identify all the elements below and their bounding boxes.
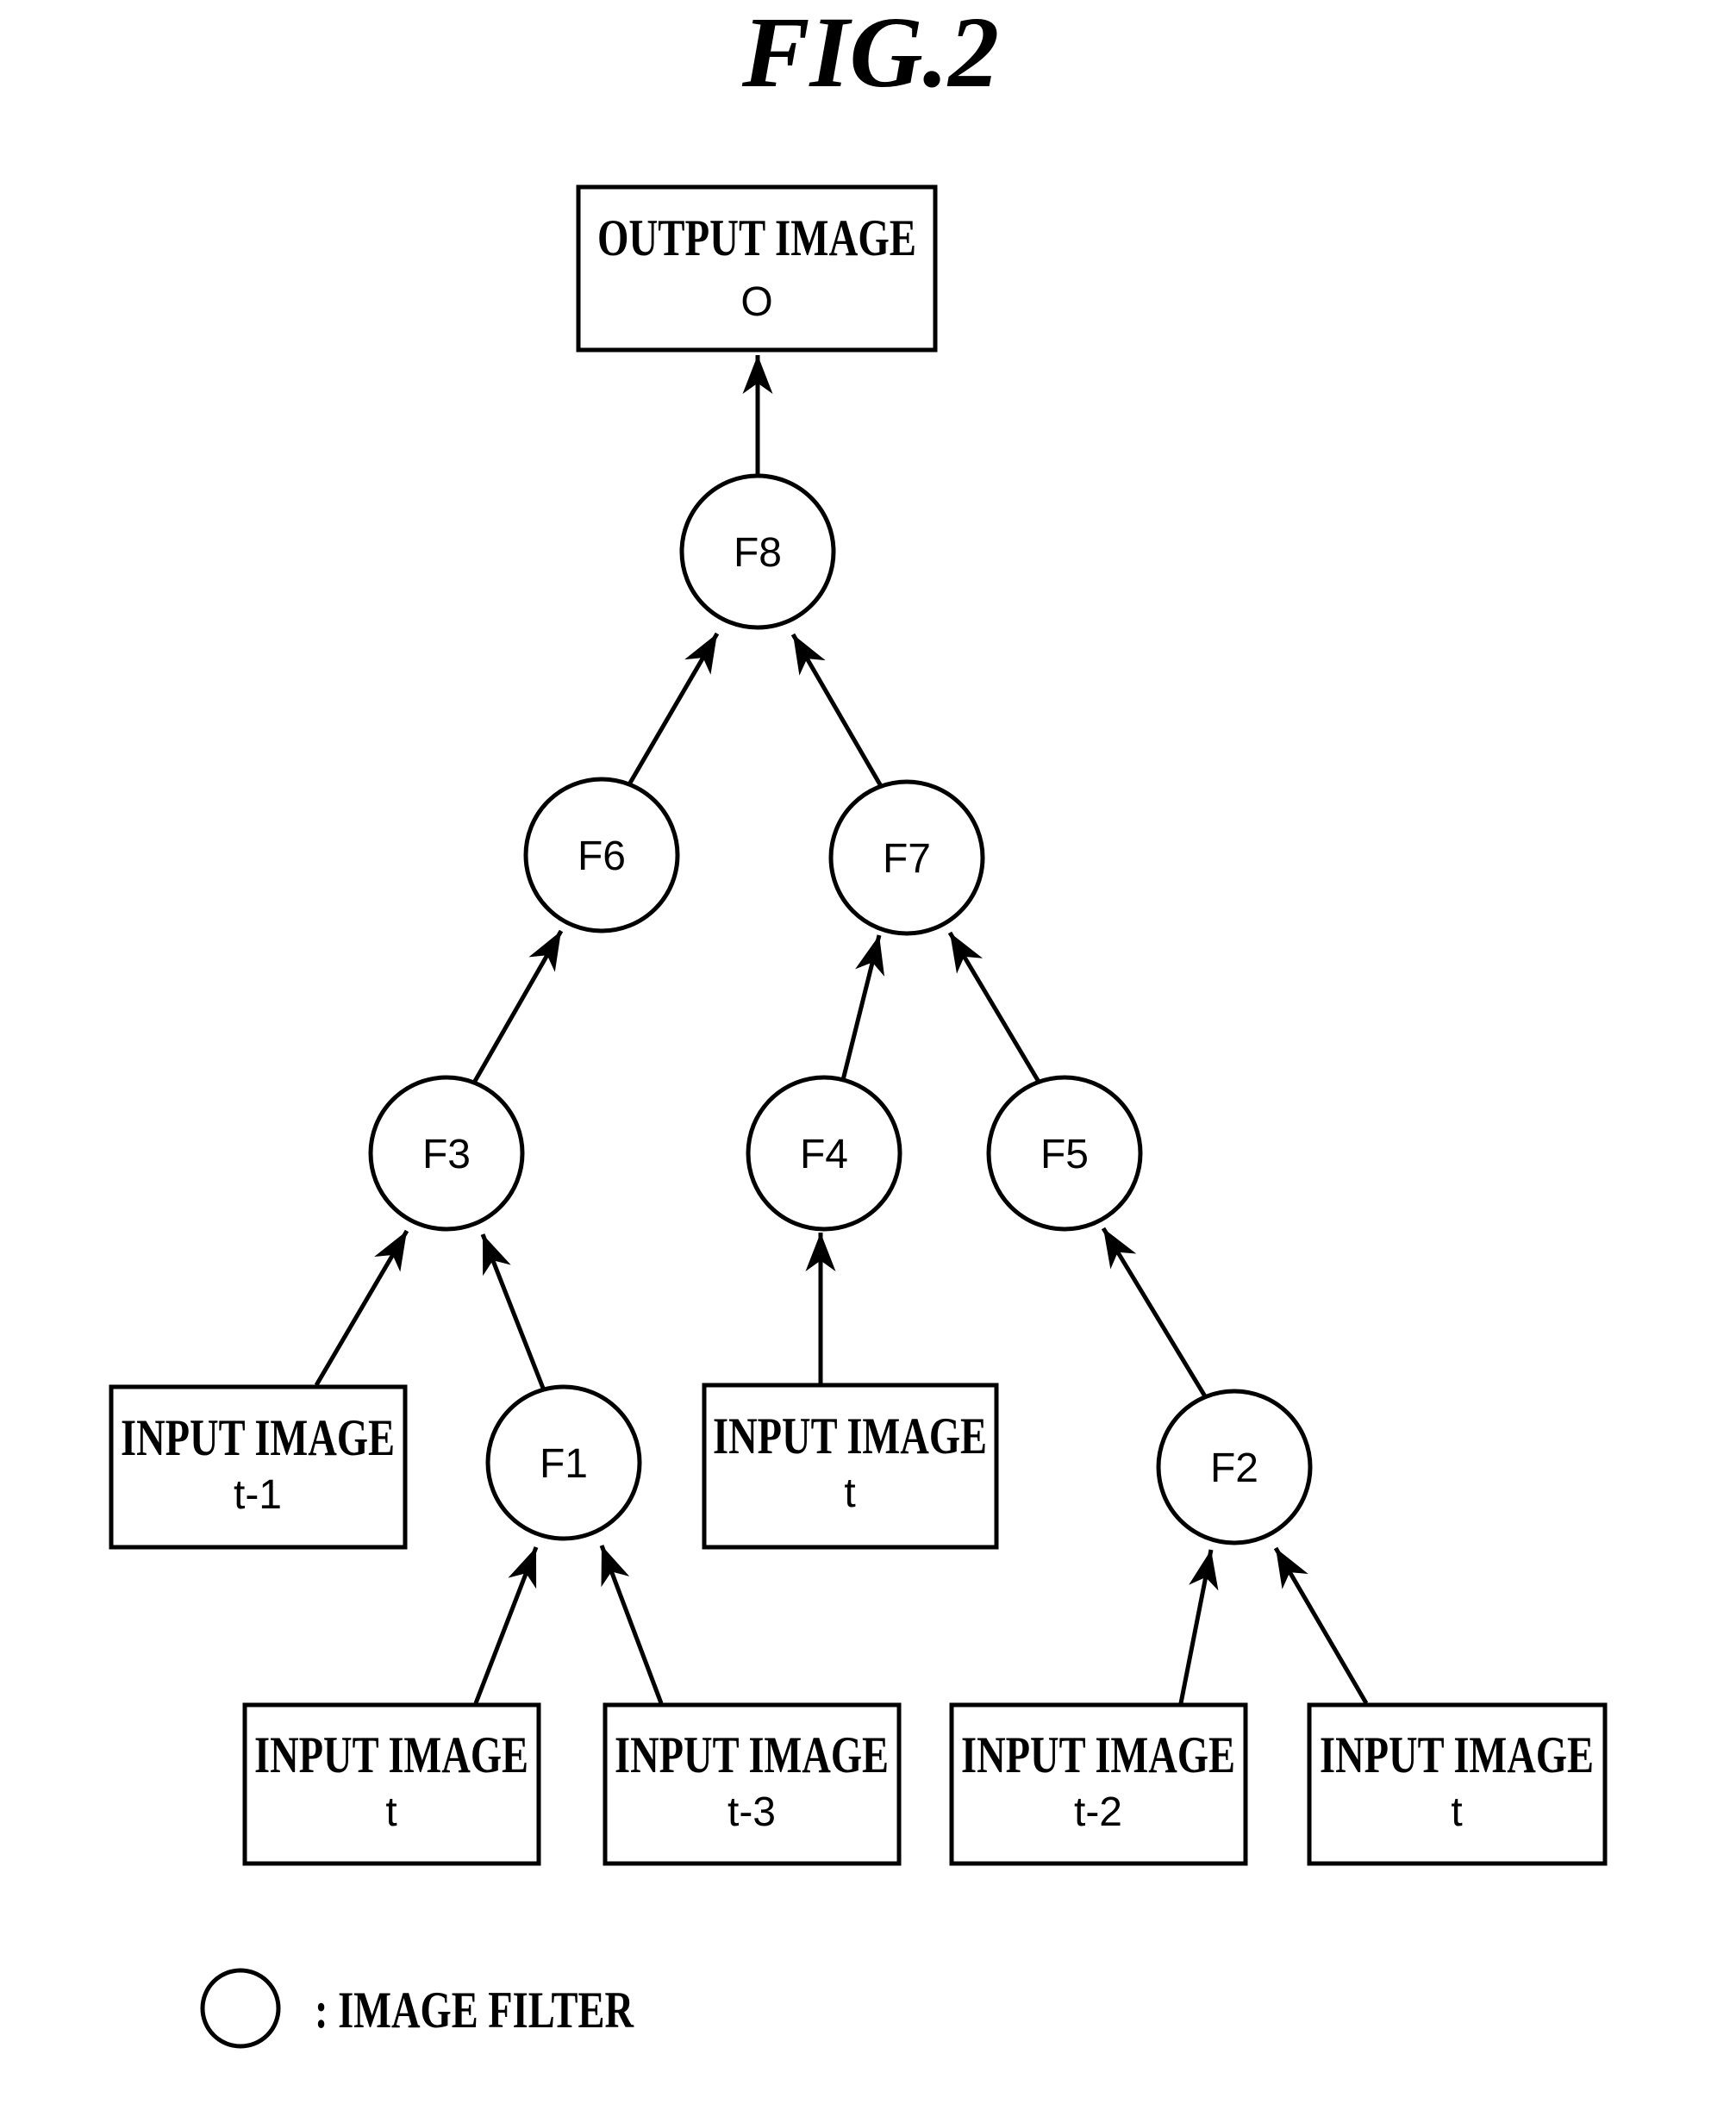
input-image-sub: t-2 xyxy=(1074,1789,1122,1835)
filter-label-f5: F5 xyxy=(1040,1132,1089,1177)
edge-input-t2-f2 xyxy=(1178,1549,1219,1704)
legend-text: : IMAGE FILTER xyxy=(315,1982,634,2038)
input-image-title: INPUT IMAGE xyxy=(713,1408,987,1464)
filter-node-f1: F1 xyxy=(485,1384,642,1541)
input-image-sub: t-1 xyxy=(234,1472,282,1518)
edge-f1-f3 xyxy=(480,1233,546,1391)
filter-node-f5: F5 xyxy=(986,1075,1143,1232)
filter-node-f4: F4 xyxy=(746,1075,902,1232)
input-image-box: INPUT IMAGE t-1 xyxy=(109,1384,408,1550)
input-image-title: INPUT IMAGE xyxy=(1320,1726,1594,1783)
filter-label-f8: F8 xyxy=(734,530,782,576)
edge-f3-f6 xyxy=(471,929,564,1084)
filter-node-f3: F3 xyxy=(368,1075,525,1232)
input-image-box: INPUT IMAGE t-3 xyxy=(603,1702,902,1866)
filter-label-f6: F6 xyxy=(578,833,626,879)
legend: : IMAGE FILTER xyxy=(200,1968,634,2049)
legend-circle-icon xyxy=(200,1968,281,2049)
input-image-box: INPUT IMAGE t-2 xyxy=(949,1702,1248,1866)
figure-title: FIG.2 xyxy=(741,0,999,109)
filter-tree-diagram: FIG.2 OUTPUT IMAGE O F8 F6 F7 F3 F4 F5 F… xyxy=(109,0,1608,2049)
edge-input-t1-f3 xyxy=(314,1229,409,1387)
input-image-sub: t xyxy=(844,1470,855,1516)
filter-label-f1: F1 xyxy=(540,1441,588,1487)
input-image-box: INPUT IMAGE t xyxy=(702,1383,999,1550)
edge-input-t-right-f2 xyxy=(1273,1546,1369,1705)
input-image-title: INPUT IMAGE xyxy=(615,1726,889,1783)
output-image-sub: O xyxy=(740,279,772,325)
filter-node-f2: F2 xyxy=(1156,1389,1313,1545)
input-image-sub: t-3 xyxy=(727,1789,776,1835)
input-image-title: INPUT IMAGE xyxy=(961,1726,1235,1783)
input-image-box: INPUT IMAGE t xyxy=(1307,1702,1608,1866)
filter-label-f3: F3 xyxy=(422,1132,471,1177)
filter-label-f7: F7 xyxy=(883,836,931,882)
input-image-title: INPUT IMAGE xyxy=(121,1409,395,1466)
filter-node-f7: F7 xyxy=(828,779,985,936)
output-image-title: OUTPUT IMAGE xyxy=(597,209,916,266)
edge-f5-f7 xyxy=(947,931,1041,1083)
filter-node-f6: F6 xyxy=(523,777,680,933)
output-image-box: OUTPUT IMAGE O xyxy=(576,184,938,353)
filter-label-f4: F4 xyxy=(800,1132,848,1177)
input-image-title: INPUT IMAGE xyxy=(254,1726,528,1783)
input-image-sub: t xyxy=(385,1789,397,1835)
input-image-box: INPUT IMAGE t xyxy=(242,1702,541,1866)
edge-f4-f7 xyxy=(840,934,885,1081)
edge-input-t3-f1 xyxy=(599,1545,664,1704)
edge-f2-f5 xyxy=(1101,1227,1208,1398)
edge-f6-f8 xyxy=(627,632,720,786)
filter-node-f8: F8 xyxy=(679,473,836,630)
edge-input-t-left-f1 xyxy=(473,1546,539,1704)
filter-label-f2: F2 xyxy=(1210,1445,1258,1491)
edge-f7-f8 xyxy=(790,633,884,788)
input-image-sub: t xyxy=(1451,1789,1462,1835)
